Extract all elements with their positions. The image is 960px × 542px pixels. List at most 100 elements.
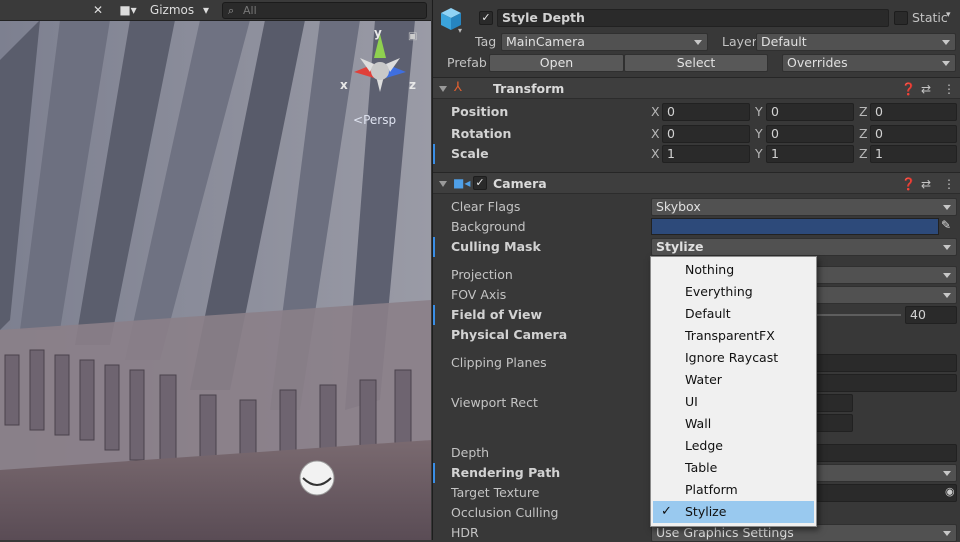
rotation-x-axis[interactable]: X (651, 125, 660, 143)
field-of-view-field[interactable]: 40 (905, 306, 957, 324)
layer-option[interactable]: Nothing (653, 259, 814, 281)
background-color-field[interactable] (651, 218, 939, 235)
foldout-icon[interactable] (439, 86, 447, 92)
depth-field[interactable] (813, 444, 957, 462)
rotation-x-field[interactable]: 0 (662, 125, 750, 143)
field-of-view-slider-track[interactable] (813, 314, 901, 316)
hdr-value: Use Graphics Settings (656, 525, 794, 540)
rotation-y-axis[interactable]: Y (755, 125, 763, 143)
gizmo-z-label: z (409, 78, 416, 92)
scale-z-field[interactable]: 1 (870, 145, 957, 163)
target-texture-field[interactable] (813, 484, 957, 502)
clipping-planes-label: Clipping Planes (451, 355, 547, 370)
layer-option[interactable]: Ledge (653, 435, 814, 457)
scale-y-field[interactable]: 1 (766, 145, 854, 163)
more-icon[interactable]: ⋮ (943, 176, 955, 192)
scale-z-axis[interactable]: Z (859, 145, 868, 163)
prefab-select-button[interactable]: Select (624, 54, 768, 72)
more-icon[interactable]: ⋮ (943, 81, 955, 97)
layer-option[interactable]: TransparentFX (653, 325, 814, 347)
persp-toggle[interactable]: <Persp (353, 113, 396, 127)
culling-mask-popup: Nothing Everything Default TransparentFX… (650, 256, 817, 527)
scene-view[interactable]: ✕ ■▾ Gizmos ▾ ⌕ All y x z ▣ <Persp (0, 0, 431, 540)
layer-option[interactable]: Platform (653, 479, 814, 501)
tag-dropdown[interactable]: MainCamera (501, 33, 708, 51)
search-input[interactable]: ⌕ All (222, 2, 427, 19)
position-z-axis[interactable]: Z (859, 103, 868, 121)
target-texture-label: Target Texture (451, 485, 540, 500)
object-name-field[interactable]: Style Depth (497, 9, 889, 27)
scale-y-axis[interactable]: Y (755, 145, 763, 163)
layer-option[interactable]: Everything (653, 281, 814, 303)
search-placeholder: All (243, 4, 257, 17)
camera-header[interactable]: ■◂ ✓ Camera ❓ ⇄ ⋮ (433, 172, 960, 194)
fov-axis-label: FOV Axis (451, 287, 507, 302)
layer-option[interactable]: UI (653, 391, 814, 413)
object-picker-icon[interactable]: ◉ (945, 485, 955, 498)
chevron-down-icon (943, 471, 951, 476)
position-x-field[interactable]: 0 (662, 103, 750, 121)
chevron-down-icon (694, 40, 702, 45)
modified-indicator (433, 144, 435, 164)
layer-option[interactable]: Water (653, 369, 814, 391)
layer-option-label: Wall (685, 416, 712, 431)
active-checkbox[interactable]: ✓ (479, 11, 493, 25)
foldout-icon[interactable] (439, 181, 447, 187)
chevron-down-icon (943, 531, 951, 536)
position-y-axis[interactable]: Y (755, 103, 763, 121)
gizmos-dropdown-icon[interactable]: ▾ (198, 1, 214, 20)
layer-option-selected[interactable]: ✓ Stylize (653, 501, 814, 523)
layer-option[interactable]: Wall (653, 413, 814, 435)
transform-icon: ⅄ (454, 80, 462, 95)
camera-icon: ■◂ (453, 176, 471, 190)
position-x-axis[interactable]: X (651, 103, 660, 121)
far-clip-field[interactable] (813, 374, 957, 392)
help-icon[interactable]: ❓ (901, 176, 916, 192)
rendering-path-dropdown[interactable] (813, 464, 957, 482)
camera-settings-icon[interactable]: ■▾ (114, 1, 142, 20)
prefab-overrides-dropdown[interactable]: Overrides (782, 54, 956, 72)
icon-dropdown-icon[interactable]: ▾ (458, 26, 462, 35)
chevron-down-icon (942, 61, 950, 66)
scale-x-field[interactable]: 1 (662, 145, 750, 163)
rotation-z-axis[interactable]: Z (859, 125, 868, 143)
camera-enabled-checkbox[interactable]: ✓ (473, 176, 487, 190)
eyedropper-icon[interactable]: ✎ (941, 218, 951, 232)
prefab-open-button[interactable]: Open (489, 54, 624, 72)
layer-dropdown[interactable]: Default (756, 33, 956, 51)
chevron-down-icon (943, 245, 951, 250)
rotation-z-field[interactable]: 0 (870, 125, 957, 143)
viewport-w-field[interactable] (813, 414, 853, 432)
field-of-view-label: Field of View (451, 307, 543, 322)
layer-label: Layer (722, 34, 757, 49)
culling-mask-dropdown[interactable]: Stylize (651, 238, 957, 256)
gizmos-button[interactable]: Gizmos (147, 1, 197, 20)
layer-option-label: TransparentFX (685, 328, 775, 343)
prefab-label: Prefab (447, 55, 487, 70)
modified-indicator (433, 305, 435, 325)
scale-x-axis[interactable]: X (651, 145, 660, 163)
layer-option[interactable]: Ignore Raycast (653, 347, 814, 369)
hdr-label: HDR (451, 525, 479, 540)
near-clip-field[interactable] (813, 354, 957, 372)
rotation-y-field[interactable]: 0 (766, 125, 854, 143)
preset-icon[interactable]: ⇄ (921, 81, 931, 97)
tools-icon[interactable]: ✕ (88, 1, 108, 20)
layer-option[interactable]: Default (653, 303, 814, 325)
position-y-field[interactable]: 0 (766, 103, 854, 121)
viewport-x-field[interactable] (813, 394, 853, 412)
static-label: Static (912, 10, 948, 25)
static-checkbox[interactable] (894, 11, 908, 25)
clear-flags-dropdown[interactable]: Skybox (651, 198, 957, 216)
transform-header[interactable]: ⅄ Transform ❓ ⇄ ⋮ (433, 77, 960, 99)
lock-icon[interactable]: ▣ (408, 31, 417, 42)
rotation-label: Rotation (451, 126, 512, 141)
layer-option[interactable]: Table (653, 457, 814, 479)
position-label: Position (451, 104, 509, 119)
layer-option-label: Everything (685, 284, 753, 299)
preset-icon[interactable]: ⇄ (921, 176, 931, 192)
static-dropdown-icon[interactable]: ▾ (946, 10, 951, 20)
help-icon[interactable]: ❓ (901, 81, 916, 97)
chevron-down-icon (943, 273, 951, 278)
position-z-field[interactable]: 0 (870, 103, 957, 121)
